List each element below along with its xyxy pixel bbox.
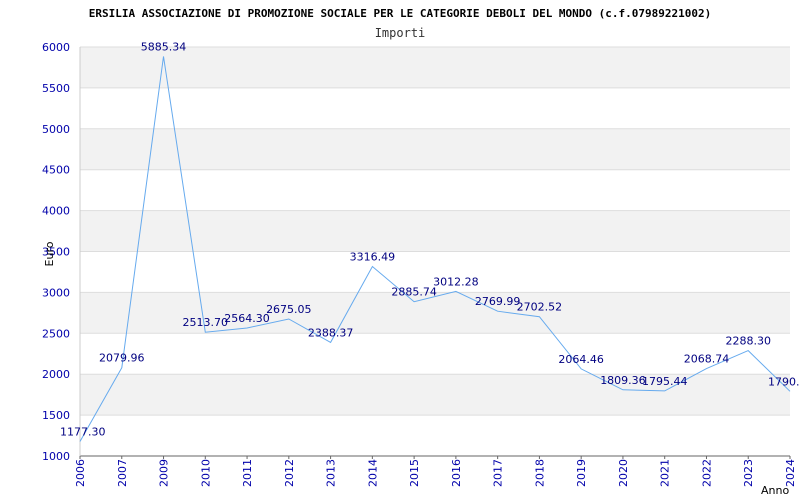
x-tick-label: 2023 [742,459,755,487]
data-label: 2064.46 [558,353,604,366]
data-label: 2769.99 [475,295,521,308]
data-label: 5885.34 [141,40,187,53]
x-tick-label: 2007 [116,459,129,487]
y-tick-label: 3000 [42,286,70,299]
data-label: 2388.37 [308,326,354,339]
grid-band [80,210,790,252]
data-label: 3012.28 [433,275,479,288]
x-tick-label: 2015 [408,459,421,487]
data-label: 2675.05 [266,303,312,316]
x-tick-label: 2009 [158,459,171,487]
y-tick-label: 4000 [42,205,70,218]
x-tick-labels: 2006 2007 2009 2010 2011 2012 2013 2014 2015 2016… [74,456,797,487]
x-tick-label: 2006 [74,459,87,487]
x-tick-label: 2016 [450,459,463,487]
x-tick-label: 2012 [283,459,296,487]
data-label: 1790.77 [768,375,800,388]
grid-band [80,415,790,456]
data-label: 1795.44 [642,375,688,388]
x-tick-label: 2010 [199,459,212,487]
data-label: 2079.96 [99,352,145,365]
data-label: 1809.36 [600,374,646,387]
data-label: 2702.52 [517,301,563,314]
grid-band [80,169,790,211]
x-tick-label: 2024 [784,459,797,487]
grid-band [80,47,790,88]
y-tick-label: 1000 [42,450,70,463]
y-tick-label: 1500 [42,409,70,422]
data-label: 2564.30 [224,312,270,325]
x-tick-label: 2022 [700,459,713,487]
y-tick-label: 2500 [42,327,70,340]
chart-subtitle: Importi [375,26,426,40]
x-tick-label: 2017 [492,459,505,487]
data-label: 3316.49 [350,251,396,264]
y-tick-label: 5000 [42,123,70,136]
data-label: 2068.74 [684,353,730,366]
x-tick-label: 2019 [575,459,588,487]
data-label: 2288.30 [725,335,771,348]
line-chart: ERSILIA ASSOCIAZIONE DI PROMOZIONE SOCIA… [42,7,800,497]
x-tick-label: 2018 [533,459,546,487]
grid-band [80,128,790,170]
y-tick-label: 2000 [42,368,70,381]
x-tick-label: 2020 [617,459,630,487]
x-tick-label: 2013 [325,459,338,487]
data-label: 2885.74 [391,286,437,299]
y-tick-label: 6000 [42,41,70,54]
data-label: 2513.70 [183,316,229,329]
grid-band [80,87,790,129]
chart-title: ERSILIA ASSOCIAZIONE DI PROMOZIONE SOCIA… [89,7,712,20]
y-tick-label: 5500 [42,82,70,95]
x-tick-label: 2021 [659,459,672,487]
x-tick-label: 2011 [241,459,254,487]
x-tick-label: 2014 [366,459,379,487]
data-label: 1177.30 [60,425,106,438]
y-axis-label: Euro [43,241,56,266]
y-tick-label: 4500 [42,164,70,177]
x-axis-label: Anno [761,484,789,497]
